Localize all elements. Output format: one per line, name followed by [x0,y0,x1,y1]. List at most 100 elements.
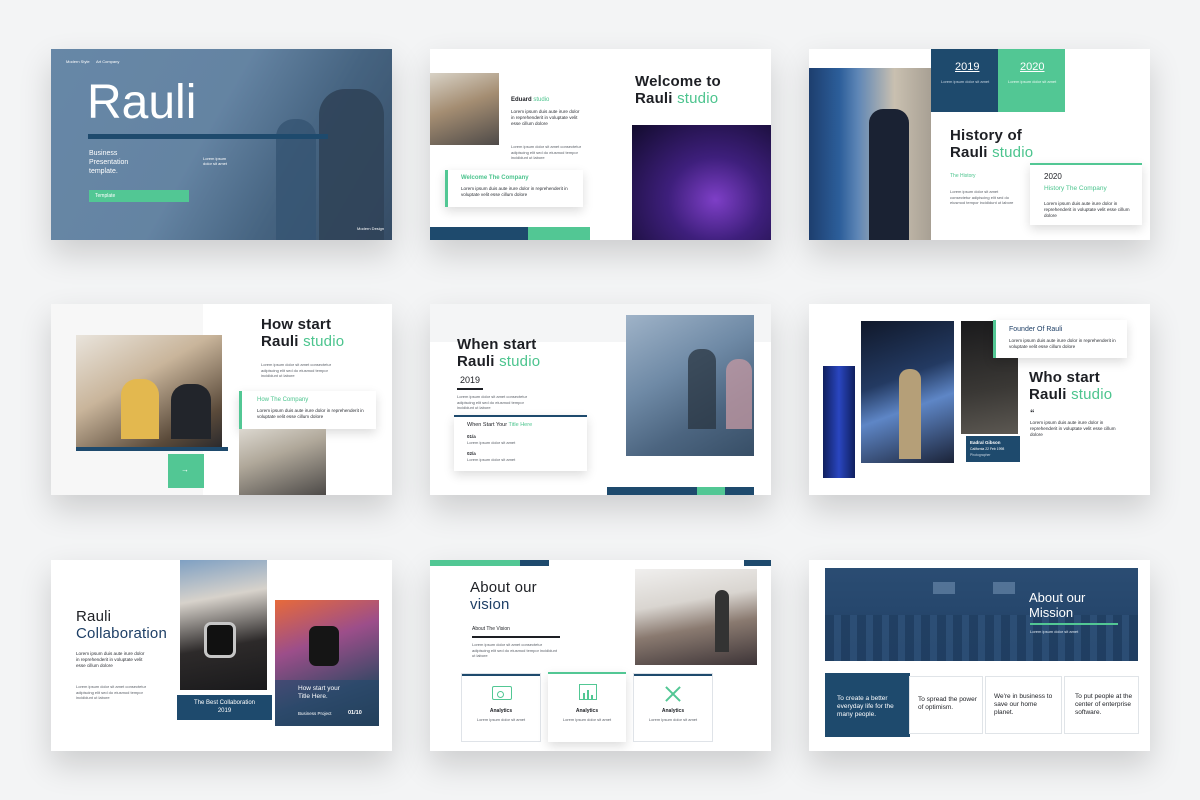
history-text: Lorem ipsum dolor sit amet consectetur a… [950,189,1014,205]
vision-title: About our vision [470,579,537,613]
who-title: Who start Rauli studio [1029,369,1113,403]
whiteboard-photo [635,569,757,665]
presenter [715,590,729,652]
vision-card-1[interactable]: Analytics Lorem ipsum dolor sit amet [462,674,540,741]
history-card-title: History The Company [1044,185,1107,192]
speaker-figure [869,109,909,240]
year-box-2019: 2019 Lorem ipsum dolor sit amet [931,49,998,112]
welcome-box-title: Welcome The Company [461,175,529,181]
bottom-bar-green [697,487,725,495]
collab-text-2: Lorem ipsum dolor sit amet consectetur a… [76,684,147,700]
top-bar-navy-right [744,560,771,566]
best-collab-box: The Best Collaboration 2019 [177,695,272,720]
concert-photo [632,125,771,240]
when-item-2: 02/a [467,451,476,456]
slide-who-start[interactable]: Founder Of Rauli Lorem ipsum duis aute i… [809,304,1150,495]
slide-welcome[interactable]: Eduard studio Lorem ipsum duis aute irur… [430,49,771,240]
how-box-title: How The Company [257,397,309,403]
watch-caption: How start your Title Here. Business Proj… [275,680,379,726]
vision-card-2-accent [548,672,626,674]
vision-subtitle-line [472,636,560,638]
slide-collaboration[interactable]: Rauli Collaboration Lorem ipsum duis aut… [51,560,392,751]
cover-footer: Modern Design [357,226,385,231]
bottom-bar-green [528,227,590,240]
slide-cover[interactable]: Modern Style Art Company Rauli Business … [51,49,392,240]
photo-base-bar [76,447,228,451]
quote-icon: “ [1030,408,1035,418]
when-card-accent [454,415,587,417]
cover-tag-1: Modern Style [66,59,90,64]
slide-when-start[interactable]: When start Rauli studio 2019 Lorem ipsum… [430,304,771,495]
eduard-label: Eduard studio [511,97,550,103]
mission-title: About our Mission [1029,590,1086,620]
vision-subtitle: About The Vision [472,626,510,632]
meeting-photo [239,429,326,495]
when-card: When Start Your Title Here 01/a Lorem ip… [454,415,587,471]
history-card-accent [1030,163,1142,165]
vision-card-1-text: Lorem ipsum dolor sit amet [476,717,526,722]
tools-icon [663,684,683,704]
top-bar-green [430,560,520,566]
slide-vision[interactable]: About our vision About The Vision Lorem … [430,560,771,751]
arrow-button[interactable]: → [168,454,204,488]
collab-title: Rauli Collaboration [76,608,167,642]
slide-history[interactable]: 2019 Lorem ipsum dolor sit amet 2020 Lor… [809,49,1150,240]
year-box-2020: 2020 Lorem ipsum dolor sit amet [998,49,1065,112]
when-item-1-text: Lorem ipsum dolor sit amet [467,440,516,445]
history-label: The History [950,173,976,179]
when-item-1: 01/a [467,434,476,439]
vision-card-2-text: Lorem ipsum dolor sit amet [562,717,612,722]
mission-box-2: To spread the power of optimism. [910,677,982,733]
vision-card-3-text: Lorem ipsum dolor sit amet [648,717,698,722]
history-card-text: Lorem ipsum duis aute irure dolor in rep… [1044,201,1130,218]
how-box: How The Company Lorem ipsum duis aute ir… [239,391,376,429]
founder-text: Lorem ipsum duis aute irure dolor in rep… [1009,338,1116,349]
curtain-photo [823,366,855,478]
presenter-figure [899,369,921,459]
welcome-box: Welcome The Company Lorem ipsum duis aut… [445,170,583,207]
vision-card-2[interactable]: Analytics Lorem ipsum dolor sit amet [548,672,626,742]
eduard-text: Lorem ipsum duis aute irure dolor in rep… [511,109,580,126]
when-year-line [457,388,483,390]
when-card-title: When Start Your Title Here [467,422,533,428]
chart-icon [492,686,512,700]
woman-1 [688,349,716,429]
how-text: Lorem ipsum dolor sit amet consectetur a… [261,362,332,378]
cover-divider [88,134,328,139]
founder-card-accent [993,320,996,358]
cover-side-note: Lorem ipsum dolor sit amet [203,156,228,166]
mission-box-3: We're in business to save our home plane… [986,677,1061,733]
watch-face [204,622,236,658]
slide-how-start[interactable]: → How start Rauli studio Lorem ipsum dol… [51,304,392,495]
bottom-bar-navy-a [607,487,697,495]
history-title: History of Rauli studio [950,127,1034,161]
template-button[interactable]: Template [89,190,189,202]
founder-card: Founder Of Rauli Lorem ipsum duis aute i… [993,320,1127,358]
how-title: How start Rauli studio [261,316,345,350]
slide-mission[interactable]: About our Mission Lorem ipsum dolor sit … [809,560,1150,751]
office-photo [430,73,499,145]
vision-card-3[interactable]: Analytics Lorem ipsum dolor sit amet [634,674,712,741]
vision-card-3-label: Analytics [661,708,685,714]
cover-tag-2: Art Company [96,59,120,64]
collab-text: Lorem ipsum duis aute irure dolor in rep… [76,651,145,668]
how-box-text: Lorem ipsum duis aute irure dolor in rep… [257,408,364,419]
vision-card-1-accent [462,674,540,676]
eduard-text-2: Lorem ipsum dolor sit amet consectetur a… [511,144,582,160]
welcome-box-text: Lorem ipsum duis aute irure dolor in rep… [461,186,568,197]
woman-dark [171,384,211,439]
woman-yellow [121,379,159,439]
mission-text: Lorem ipsum dolor sit amet [1030,629,1079,634]
vision-card-1-label: Analytics [489,708,513,714]
mission-overlay [825,568,1138,661]
mission-title-line [1030,623,1118,625]
founder-title: Founder Of Rauli [1009,326,1063,333]
when-title: When start Rauli studio [457,336,541,370]
welcome-box-accent [445,170,448,207]
person-tag: Eadral Gibson California 22 Feb 1998 Pho… [966,436,1020,462]
vision-card-2-label: Analytics [575,708,599,714]
top-bar-navy [520,560,549,566]
history-card: 2020 History The Company Lorem ipsum dui… [1030,163,1142,225]
when-year: 2019 [460,375,481,385]
cover-title: Rauli [87,76,197,129]
